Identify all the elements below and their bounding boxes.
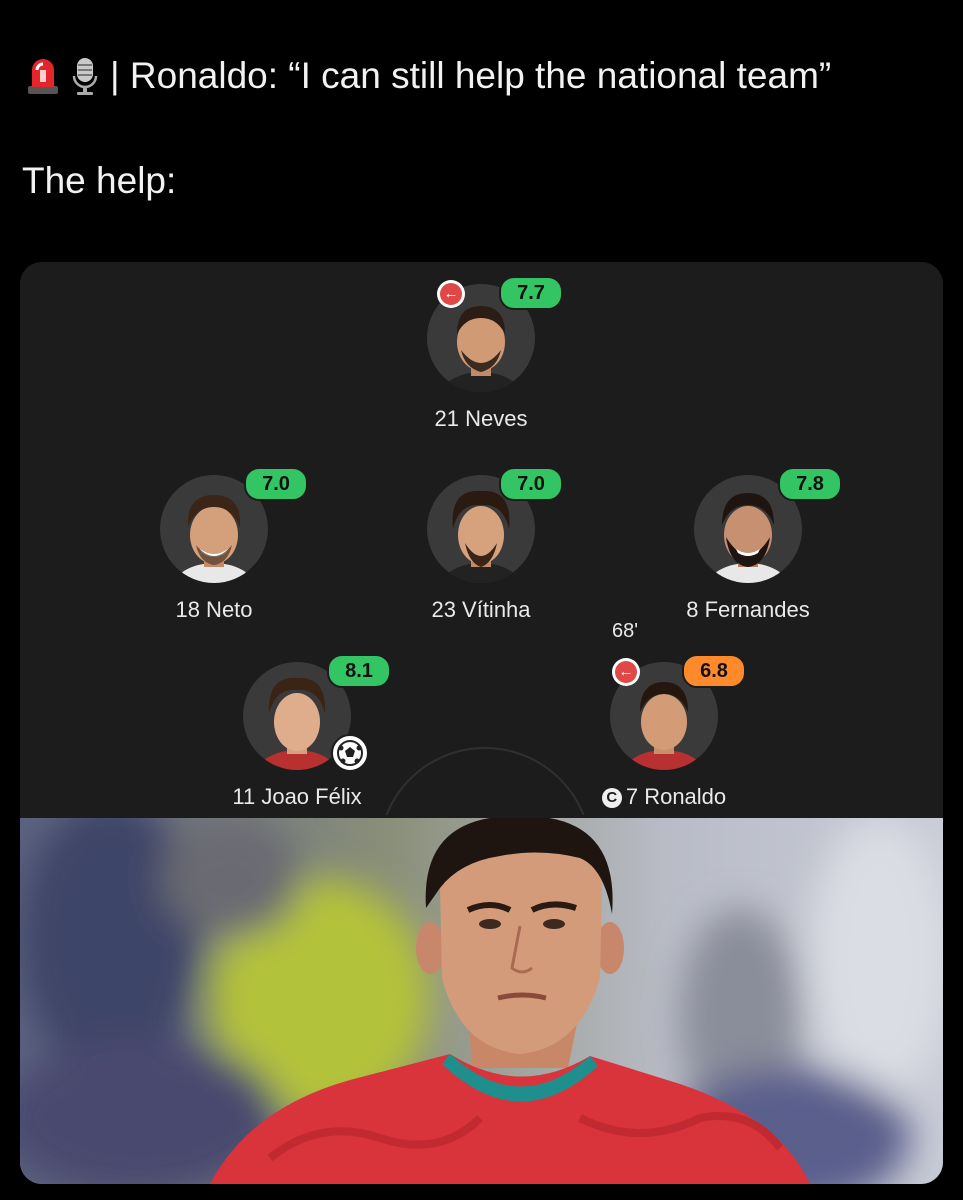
- tweet-text-line-1: | Ronaldo: “I can still help the nationa…: [26, 50, 831, 102]
- substitution-off-icon: ←: [437, 280, 465, 308]
- player-name: 11 Joao Félix: [232, 784, 362, 809]
- player-neves[interactable]: ← 7.7 21 Neves: [371, 276, 591, 432]
- player-name: 21 Neves: [434, 406, 528, 431]
- captain-icon: C: [601, 788, 622, 808]
- media-card[interactable]: ← 7.7 21 Neves 7.0 18 Neto 7.0 23 Vítinh…: [20, 262, 943, 1184]
- player-name-row: C7 Ronaldo: [554, 784, 774, 810]
- microphone-icon: [68, 56, 102, 96]
- player-joao-felix[interactable]: 8.1 11 Joao Félix: [187, 654, 407, 810]
- goal-ball-icon: [331, 734, 369, 772]
- lineup-pitch: ← 7.7 21 Neves 7.0 18 Neto 7.0 23 Vítinh…: [20, 262, 943, 815]
- player-name: 7 Ronaldo: [625, 784, 727, 809]
- player-name: 8 Fernandes: [686, 597, 810, 622]
- police-light-icon: [26, 56, 60, 96]
- player-vitinha[interactable]: 7.0 23 Vítinha: [371, 467, 591, 623]
- player-ronaldo[interactable]: 68' ← 6.8 C7 Ronaldo: [554, 620, 774, 810]
- tweet-text: | Ronaldo: “I can still help the nationa…: [110, 55, 832, 96]
- player-neto[interactable]: 7.0 18 Neto: [104, 467, 324, 623]
- substitution-minute: 68': [612, 620, 639, 642]
- player-rating: 6.8: [682, 654, 746, 688]
- player-rating: 7.0: [244, 467, 308, 501]
- player-fernandes[interactable]: 7.8 8 Fernandes: [638, 467, 858, 623]
- player-name: 23 Vítinha: [431, 597, 531, 622]
- player-rating: 7.7: [499, 276, 563, 310]
- player-rating: 7.8: [778, 467, 842, 501]
- ronaldo-photo: [20, 818, 943, 1184]
- player-name: 18 Neto: [175, 597, 253, 622]
- substitution-off-icon: ←: [612, 658, 640, 686]
- tweet-text-line-2: The help:: [22, 160, 177, 201]
- player-rating: 8.1: [327, 654, 391, 688]
- player-rating: 7.0: [499, 467, 563, 501]
